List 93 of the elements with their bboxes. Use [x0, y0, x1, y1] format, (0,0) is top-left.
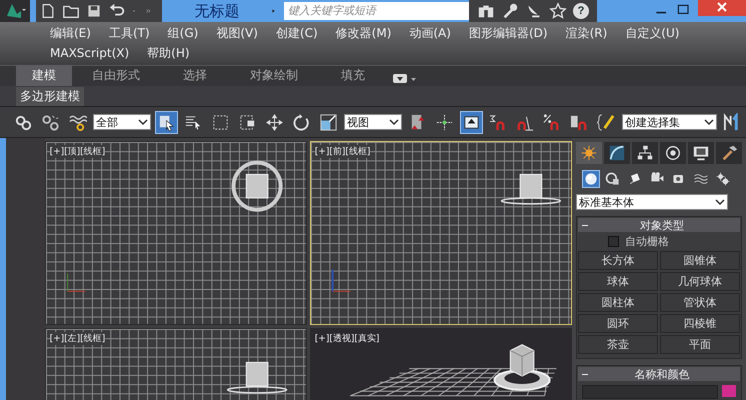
ribbon-panel-tab[interactable]: 多边形建模: [16, 86, 84, 106]
gears-button[interactable]: [714, 170, 732, 188]
axis-gizmo-icon: [331, 270, 351, 292]
target-icon: [663, 144, 683, 162]
manipulate-icon: [435, 112, 454, 132]
menu-item[interactable]: 编辑(E): [50, 23, 109, 43]
object-button[interactable]: 圆锥体: [660, 251, 740, 270]
viewport-label[interactable]: [+][顶][线框]: [50, 145, 106, 158]
caret-icon: [715, 198, 725, 206]
rollout-header[interactable]: 对象类型: [578, 218, 740, 232]
ribbon-tab[interactable]: 选择: [160, 65, 230, 86]
ribbon-tab[interactable]: 自由形式: [76, 65, 156, 86]
dropdown[interactable]: 视图: [344, 114, 402, 130]
shapes-icon: [605, 171, 621, 187]
category-dropdown[interactable]: 标准基本体: [576, 194, 728, 210]
caret-icon: [138, 118, 148, 126]
viewport-label[interactable]: [+][透视][真实]: [314, 332, 380, 345]
menu-item[interactable]: 视图(V): [216, 23, 276, 43]
space-warp-icon: [693, 171, 709, 187]
object-button[interactable]: 平面: [660, 335, 740, 354]
menu-item[interactable]: 创建(C): [276, 23, 336, 43]
keyboard-toggle-button[interactable]: [460, 110, 483, 134]
object-wireframe-drawing: [226, 362, 287, 394]
star-icon[interactable]: [549, 1, 567, 21]
menu-item[interactable]: 帮助(H): [147, 43, 208, 63]
caret-icon: [389, 118, 399, 126]
name-field[interactable]: [582, 385, 718, 399]
curve-tab[interactable]: [604, 142, 630, 164]
viewport-label[interactable]: [+][前][线框]: [314, 145, 370, 158]
ribbon-tab[interactable]: 建模: [16, 65, 72, 86]
axis-gizmo-icon: [66, 273, 86, 292]
ribbon-tab[interactable]: 对象绘制: [234, 65, 314, 86]
object-button[interactable]: 茶壶: [578, 335, 658, 354]
target-tab[interactable]: [660, 142, 686, 164]
help-button[interactable]: ?: [573, 3, 589, 19]
object-button[interactable]: 圆柱体: [578, 293, 658, 312]
menu-item[interactable]: 动画(A): [409, 23, 469, 43]
sun-icon: [579, 144, 599, 162]
object-button[interactable]: 长方体: [578, 251, 658, 270]
edit-selection-set-icon: [597, 112, 616, 132]
new-file-icon[interactable]: [40, 1, 56, 21]
sphere-button[interactable]: [582, 170, 600, 188]
menu-item[interactable]: 工具(T): [108, 23, 168, 43]
rollout-header[interactable]: 名称和颜色: [578, 367, 740, 381]
object-wireframe-drawing: [500, 174, 561, 205]
object-button[interactable]: 几何球体: [660, 272, 740, 291]
window-title: 无标题: [194, 2, 240, 20]
app-logo-icon[interactable]: [0, 0, 30, 22]
unlink-icon: [41, 112, 60, 132]
menu-item[interactable]: 修改器(M): [336, 23, 410, 43]
rectangle-selection-icon: [211, 112, 230, 132]
scale-icon: [319, 112, 338, 132]
dropdown[interactable]: 全部: [93, 114, 151, 130]
menu-item[interactable]: 自定义(U): [625, 23, 698, 43]
search-field[interactable]: 键入关键字或短语: [284, 2, 469, 20]
viewport[interactable]: [+][前][线框]: [310, 141, 572, 325]
rotate-icon: [292, 112, 311, 132]
gears-icon: [715, 171, 731, 187]
close-icon: [716, 1, 728, 13]
menu-item[interactable]: 图形编辑器(D): [468, 23, 566, 43]
viewport[interactable]: [+][顶][线框]: [44, 141, 307, 325]
viewport-label[interactable]: [+][左][线框]: [50, 332, 106, 345]
lamp-icon: [627, 171, 643, 187]
object-button[interactable]: 球体: [578, 272, 658, 291]
checkbox-label: 自动栅格: [625, 234, 669, 249]
move-icon: [265, 112, 284, 132]
window-crossing-icon: [238, 112, 257, 132]
viewport[interactable]: [+][左][线框]: [44, 328, 307, 400]
wave-bind-icon: [68, 112, 87, 132]
color-swatch[interactable]: [722, 385, 736, 397]
monitor-tab[interactable]: [688, 142, 714, 164]
viewport[interactable]: [+][透视][真实]: [310, 328, 572, 400]
close-button[interactable]: [698, 0, 746, 16]
checkbox[interactable]: [608, 236, 619, 247]
object-button[interactable]: 圆环: [578, 314, 658, 333]
hammer-tab[interactable]: [716, 142, 742, 164]
ribbon-options-icon[interactable]: [392, 72, 418, 86]
object-button[interactable]: 四棱锥: [660, 314, 740, 333]
caret-icon: [704, 118, 714, 126]
curve-icon: [607, 144, 627, 162]
menu-item[interactable]: MAXScript(X): [50, 43, 148, 63]
wrench-icon[interactable]: [501, 1, 519, 21]
ribbon-tab[interactable]: 填充: [318, 65, 388, 86]
select-object-button[interactable]: [155, 110, 178, 134]
dropdown[interactable]: 创建选择集: [622, 114, 717, 130]
menu-item[interactable]: 渲染(R): [566, 23, 626, 43]
sphere-icon: [583, 171, 599, 187]
cube-on-ring-drawing: [493, 344, 550, 391]
monitor-icon: [691, 144, 711, 162]
object-button[interactable]: 管状体: [660, 293, 740, 312]
hierarchy-tab[interactable]: [632, 142, 658, 164]
menu-item[interactable]: 组(G): [168, 23, 216, 43]
hierarchy-icon: [635, 144, 655, 162]
